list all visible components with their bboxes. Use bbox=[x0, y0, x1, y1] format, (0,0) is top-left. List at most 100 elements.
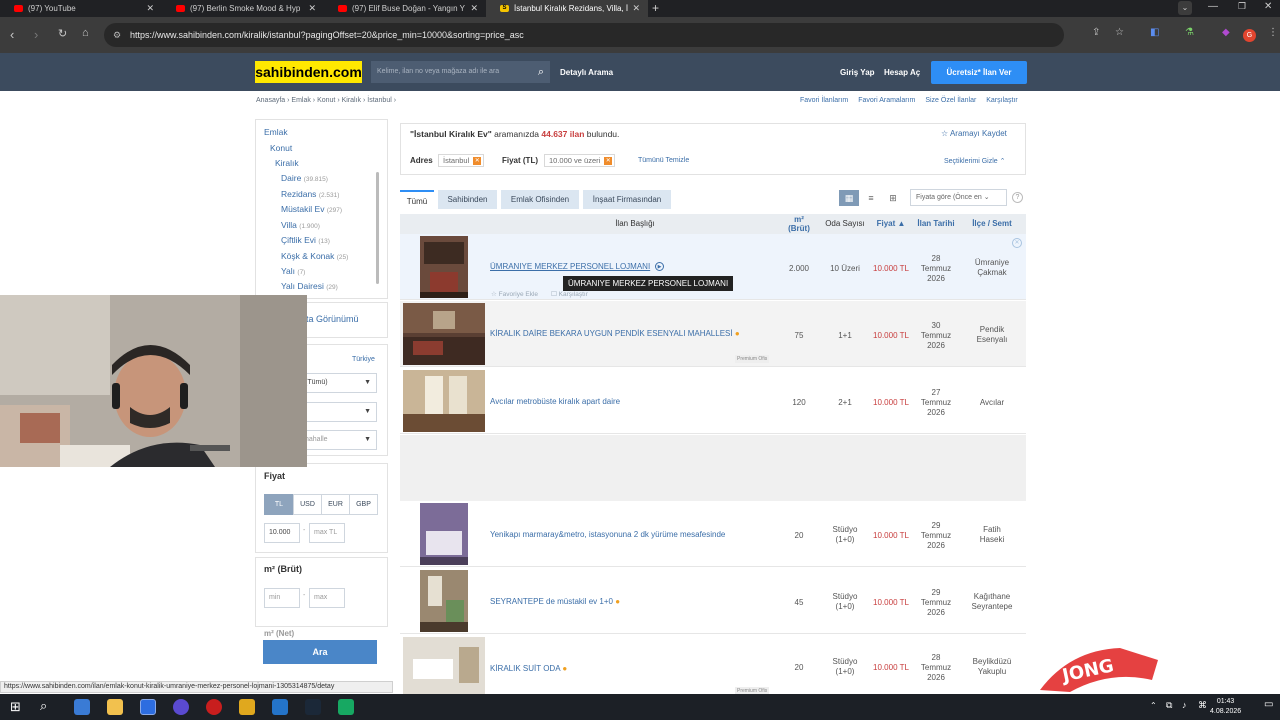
taskbar-clock[interactable]: 01:43 4.08.2026 bbox=[1210, 697, 1241, 717]
district-select[interactable]: (Tümü) ▼ bbox=[300, 373, 377, 393]
sort-select[interactable]: Fiyata göre (Önce en ⌄ bbox=[910, 189, 1007, 206]
close-icon[interactable]: ✕ bbox=[632, 3, 640, 14]
listing-title-link[interactable]: SEYRANTEPE de müstakil ev 1+0 ● bbox=[490, 597, 620, 606]
url-input[interactable]: ⚙ https://www.sahibinden.com/kiralik/ist… bbox=[104, 23, 1064, 47]
login-link[interactable]: Giriş Yap bbox=[840, 68, 875, 77]
profile-avatar[interactable]: G bbox=[1243, 29, 1256, 42]
listing-title-link[interactable]: Avcılar metrobüste kiralık apart daire bbox=[490, 397, 620, 406]
extension-icon[interactable]: ◧ bbox=[1150, 27, 1159, 38]
currency-usd-button[interactable]: USD bbox=[293, 494, 322, 515]
listing-title-link[interactable]: ÜMRANIYE MERKEZ PERSONEL LOJMANI bbox=[490, 262, 650, 271]
volume-icon[interactable]: ♪ bbox=[1182, 700, 1187, 710]
tab-owner[interactable]: Sahibinden bbox=[438, 190, 497, 209]
app-icon[interactable] bbox=[338, 699, 354, 715]
favorite-listings-link[interactable]: Favori İlanlarım bbox=[800, 97, 848, 104]
column-rooms[interactable]: Oda Sayısı bbox=[820, 214, 870, 234]
task-view-icon[interactable] bbox=[74, 699, 90, 715]
search-icon[interactable]: ⌕ bbox=[538, 61, 544, 83]
tab-youtube[interactable]: (97) YouTube ✕ bbox=[0, 0, 162, 17]
compare-checkbox[interactable]: ☐ Karşılaştır bbox=[551, 290, 588, 298]
quarter-select[interactable]: ▼ bbox=[300, 402, 377, 422]
app-icon[interactable] bbox=[239, 699, 255, 715]
flask-icon[interactable]: ⚗ bbox=[1185, 27, 1194, 38]
listing-photo[interactable] bbox=[420, 236, 468, 298]
price-min-input[interactable]: 10.000 bbox=[264, 523, 300, 543]
network-icon[interactable]: ⧉ bbox=[1166, 700, 1172, 711]
notification-icon[interactable]: ▭ bbox=[1264, 699, 1273, 710]
tab-search-icon[interactable]: ⌄ bbox=[1178, 1, 1192, 15]
column-date[interactable]: İlan Tarihi bbox=[913, 214, 959, 234]
special-listings-link[interactable]: Size Özel İlanlar bbox=[925, 97, 976, 104]
hide-selected-link[interactable]: Seçtiklerimi Gizle ⌃ bbox=[944, 157, 1006, 165]
detailed-search-link[interactable]: Detaylı Arama bbox=[560, 68, 613, 77]
file-explorer-icon[interactable] bbox=[107, 699, 123, 715]
search-input[interactable]: Kelime, ilan no veya mağaza adı ile ara … bbox=[371, 61, 550, 83]
listing-title-link[interactable]: Yenikapı marmaray&metro, istasyonuna 2 d… bbox=[490, 530, 725, 539]
favorite-searches-link[interactable]: Favori Aramalarım bbox=[858, 97, 915, 104]
tab-construction[interactable]: İnşaat Firmasından bbox=[583, 190, 671, 209]
area-max-input[interactable]: max bbox=[309, 588, 345, 608]
post-ad-button[interactable]: Ücretsiz* İlan Ver bbox=[931, 61, 1027, 84]
browser-icon[interactable] bbox=[140, 699, 156, 715]
currency-eur-button[interactable]: EUR bbox=[321, 494, 350, 515]
category-yali[interactable]: Yalı (7) bbox=[281, 266, 305, 276]
area-min-input[interactable]: min bbox=[264, 588, 300, 608]
listing-photo[interactable] bbox=[403, 303, 485, 365]
tab-sahibinden[interactable]: S İstanbul Kiralık Rezidans, Villa, İ ✕ bbox=[486, 0, 648, 17]
tab-all[interactable]: Tümü bbox=[400, 190, 434, 209]
compare-link[interactable]: Karşılaştır bbox=[986, 97, 1018, 104]
category-kiralik[interactable]: Kiralık bbox=[275, 158, 299, 168]
gallery-view-icon[interactable]: ⊞ bbox=[883, 190, 903, 206]
grid-list-view-icon[interactable]: ▦ bbox=[839, 190, 859, 206]
listing-photo[interactable] bbox=[420, 570, 468, 632]
reload-icon[interactable]: ↻ bbox=[58, 27, 67, 40]
help-icon[interactable]: ? bbox=[1012, 192, 1023, 203]
category-emlak[interactable]: Emlak bbox=[264, 127, 288, 137]
microphone-icon[interactable]: ⌘ bbox=[1198, 700, 1207, 711]
site-logo[interactable]: sahibinden.com bbox=[255, 61, 362, 83]
search-submit-button[interactable]: Ara bbox=[263, 640, 377, 664]
obs-icon[interactable] bbox=[173, 699, 189, 715]
price-max-input[interactable]: max TL bbox=[309, 523, 345, 543]
sidebar-scrollbar[interactable] bbox=[376, 172, 379, 284]
tab-elif-buse[interactable]: (97) Elif Buse Doğan - Yangın Y ✕ bbox=[324, 0, 486, 17]
home-icon[interactable]: ⌂ bbox=[82, 27, 89, 39]
table-row[interactable]: SEYRANTEPE de müstakil ev 1+0 ● 45 Stüdy… bbox=[400, 568, 1026, 634]
back-icon[interactable]: ‹ bbox=[10, 27, 14, 42]
site-info-icon[interactable]: ⚙ bbox=[113, 23, 121, 47]
table-row[interactable]: KİRALIK DAİRE BEKARA UYGUN PENDİK ESENYA… bbox=[400, 301, 1026, 367]
remove-filter-icon[interactable]: ✕ bbox=[473, 157, 482, 165]
app-icon[interactable] bbox=[206, 699, 222, 715]
listing-photo[interactable] bbox=[403, 370, 485, 432]
extension-icon[interactable]: ◆ bbox=[1222, 27, 1230, 38]
category-rezidans[interactable]: Rezidans (2.531) bbox=[281, 189, 339, 199]
listing-photo[interactable] bbox=[420, 503, 468, 565]
table-row[interactable]: KİRALIK SUİT ODA ● Premium Ofis 20 Stüdy… bbox=[400, 635, 1026, 695]
clear-all-link[interactable]: Tümünü Temizle bbox=[638, 157, 689, 164]
category-villa[interactable]: Villa (1.900) bbox=[281, 220, 320, 230]
maximize-icon[interactable]: ❐ bbox=[1238, 1, 1246, 12]
play-video-icon[interactable]: ▶ bbox=[655, 262, 664, 271]
close-icon[interactable]: ✕ bbox=[470, 3, 478, 14]
list-view-icon[interactable]: ≡ bbox=[861, 190, 881, 206]
map-view-link[interactable]: ta Görünümü bbox=[306, 314, 359, 324]
remove-filter-icon[interactable]: ✕ bbox=[604, 157, 613, 165]
listing-title-link[interactable]: KİRALIK DAİRE BEKARA UYGUN PENDİK ESENYA… bbox=[490, 329, 740, 338]
signup-link[interactable]: Hesap Aç bbox=[884, 68, 920, 77]
currency-gbp-button[interactable]: GBP bbox=[349, 494, 378, 515]
currency-tl-button[interactable]: TL bbox=[264, 494, 294, 515]
steam-icon[interactable] bbox=[305, 699, 321, 715]
table-row[interactable]: Yenikapı marmaray&metro, istasyonuna 2 d… bbox=[400, 501, 1026, 567]
column-area[interactable]: m² (Brüt) bbox=[781, 214, 817, 234]
neighborhood-select[interactable]: hahalle ▼ bbox=[300, 430, 377, 450]
column-price[interactable]: Fiyat ▲ bbox=[871, 214, 911, 234]
breadcrumb[interactable]: Anasayfa › Emlak › Konut › Kiralık › İst… bbox=[256, 97, 396, 104]
close-icon[interactable]: ✕ bbox=[146, 3, 154, 14]
tab-agency[interactable]: Emlak Ofisinden bbox=[501, 190, 579, 209]
category-yali-dairesi[interactable]: Yalı Dairesi (29) bbox=[281, 281, 338, 291]
system-tray-arrow-icon[interactable]: ⌃ bbox=[1150, 701, 1157, 710]
new-tab-icon[interactable]: + bbox=[652, 1, 659, 15]
windows-start-icon[interactable]: ⊞ bbox=[10, 699, 21, 715]
app-icon[interactable] bbox=[272, 699, 288, 715]
listing-photo[interactable] bbox=[403, 637, 485, 694]
